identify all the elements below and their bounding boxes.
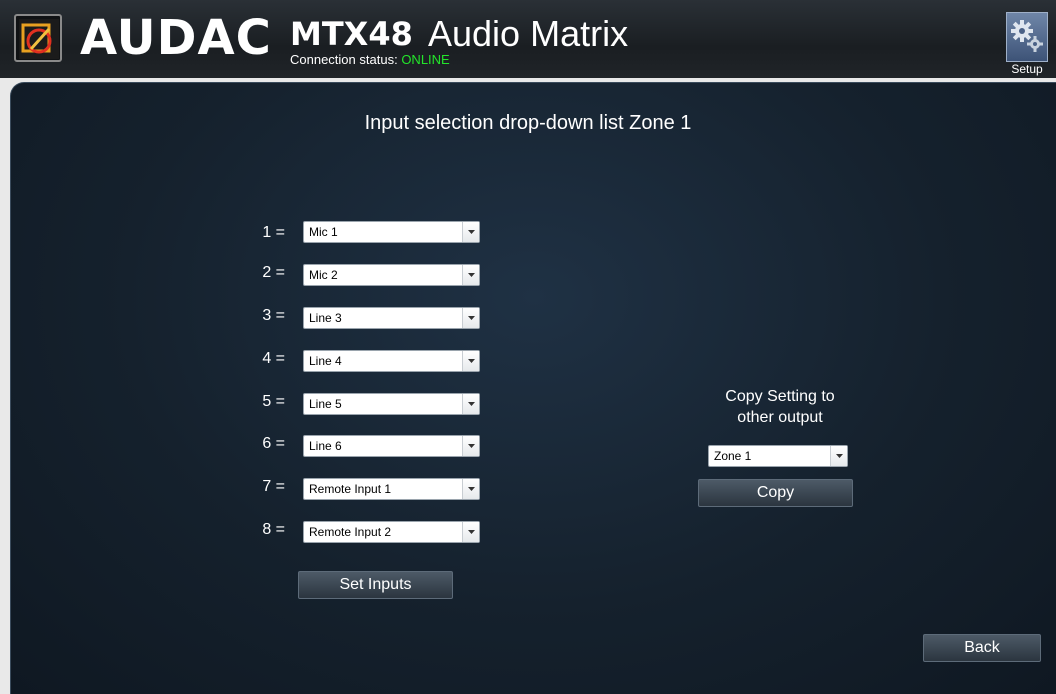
- back-button[interactable]: Back: [923, 634, 1041, 662]
- input-6-select[interactable]: Line 6: [303, 435, 480, 457]
- connection-status-value: ONLINE: [401, 52, 450, 67]
- input-7-value: Remote Input 1: [309, 482, 392, 496]
- input-3-value: Line 3: [309, 311, 342, 325]
- connection-status: Connection status: ONLINE: [290, 52, 450, 67]
- input-6-value: Line 6: [309, 439, 342, 453]
- input-7-label: 7 =: [262, 478, 285, 495]
- gear-icon: [1006, 12, 1048, 62]
- input-4-select[interactable]: Line 4: [303, 350, 480, 372]
- input-2-select[interactable]: Mic 2: [303, 264, 480, 286]
- copy-setting-line-2: other output: [737, 409, 823, 426]
- app-header: AUDAC MTX48 Audio Matrix Connection stat…: [0, 0, 1056, 78]
- copy-zone-value: Zone 1: [714, 449, 752, 463]
- input-2-value: Mic 2: [309, 268, 338, 282]
- input-7-select[interactable]: Remote Input 1: [303, 478, 480, 500]
- copy-setting-line-1: Copy Setting to: [725, 388, 835, 405]
- chevron-down-icon: [462, 394, 479, 414]
- page-title: Input selection drop-down list Zone 1: [364, 112, 692, 134]
- input-1-label: 1 =: [262, 224, 285, 241]
- set-inputs-button[interactable]: Set Inputs: [298, 571, 453, 599]
- audac-logo-icon: [14, 14, 62, 62]
- input-5-label: 5 =: [262, 393, 285, 410]
- setup-button[interactable]: Setup: [1004, 12, 1050, 76]
- input-5-value: Line 5: [309, 397, 342, 411]
- copy-button[interactable]: Copy: [698, 479, 853, 507]
- input-3-label: 3 =: [262, 307, 285, 324]
- chevron-down-icon: [462, 351, 479, 371]
- input-8-select[interactable]: Remote Input 2: [303, 521, 480, 543]
- chevron-down-icon: [462, 265, 479, 285]
- chevron-down-icon: [462, 479, 479, 499]
- chevron-down-icon: [462, 436, 479, 456]
- input-8-label: 8 =: [262, 521, 285, 538]
- brand-name: AUDAC: [80, 10, 272, 66]
- connection-status-label: Connection status:: [290, 52, 398, 67]
- product-name: Audio Matrix: [428, 13, 629, 54]
- input-8-value: Remote Input 2: [309, 525, 392, 539]
- setup-label: Setup: [1011, 62, 1043, 76]
- input-3-select[interactable]: Line 3: [303, 307, 480, 329]
- input-4-value: Line 4: [309, 354, 342, 368]
- main-panel: [10, 82, 1056, 694]
- chevron-down-icon: [830, 446, 847, 466]
- copy-setting-text: Copy Setting to other output: [680, 386, 880, 428]
- input-6-label: 6 =: [262, 435, 285, 452]
- model-name: MTX48: [290, 15, 413, 53]
- chevron-down-icon: [462, 522, 479, 542]
- input-1-select[interactable]: Mic 1: [303, 221, 480, 243]
- input-2-label: 2 =: [262, 264, 285, 281]
- chevron-down-icon: [462, 308, 479, 328]
- input-4-label: 4 =: [262, 350, 285, 367]
- input-5-select[interactable]: Line 5: [303, 393, 480, 415]
- input-1-value: Mic 1: [309, 225, 338, 239]
- chevron-down-icon: [462, 222, 479, 242]
- copy-zone-select[interactable]: Zone 1: [708, 445, 848, 467]
